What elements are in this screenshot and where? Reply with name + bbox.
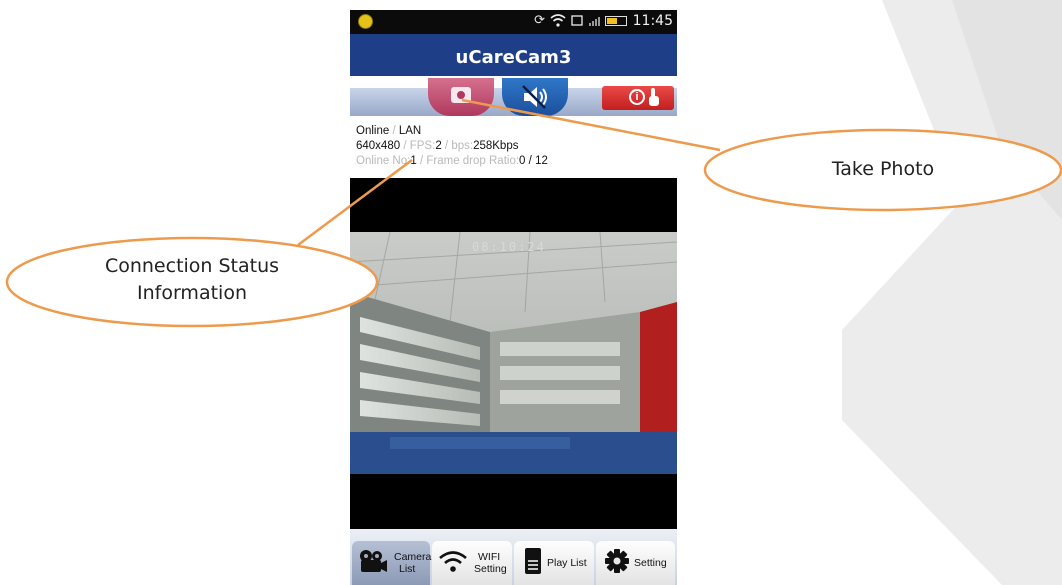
take-photo-annotation: Take Photo [831, 158, 935, 180]
take-photo-pointer [461, 98, 721, 152]
connection-status-pointer [297, 158, 413, 247]
connection-annotation-line-2: Information [137, 282, 247, 304]
connection-annotation-line-1: Connection Status [104, 255, 280, 277]
